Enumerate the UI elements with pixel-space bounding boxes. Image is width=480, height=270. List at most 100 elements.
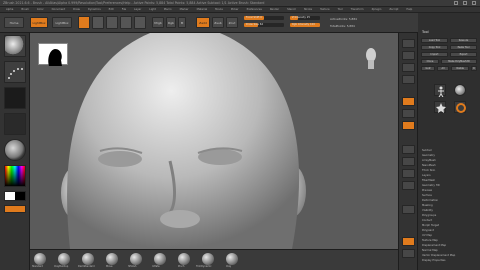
brush-trimdynamic[interactable] xyxy=(202,253,214,265)
subpalette-deformation[interactable]: Deformation xyxy=(422,199,438,202)
brush-pinch[interactable] xyxy=(178,253,190,265)
brush-selector[interactable] xyxy=(4,35,26,57)
brush-inflate[interactable] xyxy=(154,253,166,265)
scroll-button[interactable] xyxy=(402,63,415,72)
menu-macro[interactable]: Macro xyxy=(164,8,172,11)
subpalette-geometry[interactable]: Geometry xyxy=(422,154,435,157)
tool-thumbnail-sphere[interactable] xyxy=(454,84,466,96)
r-button[interactable]: R xyxy=(471,66,477,71)
material-selector[interactable] xyxy=(4,139,26,161)
subpalette-subtool[interactable]: Subtool xyxy=(422,149,432,152)
clone-button[interactable]: Clone xyxy=(421,59,439,64)
subpalette-surface[interactable]: Surface xyxy=(422,194,432,197)
rotate-mode-button[interactable] xyxy=(134,16,146,29)
subpalette-morph-target[interactable]: Morph Target xyxy=(422,224,439,227)
move-view-button[interactable] xyxy=(402,157,415,166)
maximize-icon[interactable] xyxy=(463,1,467,5)
stroke-selector[interactable] xyxy=(4,61,26,83)
solo-button[interactable] xyxy=(402,249,415,258)
subpalette-fibermesh[interactable]: FiberMesh xyxy=(422,179,435,182)
brush-damstandard[interactable] xyxy=(82,253,94,265)
polyf-button[interactable] xyxy=(402,205,415,214)
subpalette-arraymesh[interactable]: ArrayMesh xyxy=(422,159,436,162)
menu-movie[interactable]: Movie xyxy=(215,8,223,11)
close-icon[interactable] xyxy=(472,1,476,5)
tool-thumbnail-figure[interactable] xyxy=(434,84,446,98)
brush-clay[interactable] xyxy=(226,253,238,265)
subpalette-preview[interactable]: Preview xyxy=(422,189,432,192)
load-tool-button[interactable]: Load Tool xyxy=(421,38,448,43)
menu-brush[interactable]: Brush xyxy=(21,8,29,11)
move-mode-button[interactable] xyxy=(106,16,118,29)
import-button[interactable]: Import xyxy=(421,52,448,57)
persp-button[interactable] xyxy=(402,97,415,106)
menu-dynamics[interactable]: Dynamics xyxy=(88,8,101,11)
draw-mode-button[interactable] xyxy=(92,16,104,29)
menu-document[interactable]: Document xyxy=(52,8,65,11)
paste-tool-button[interactable]: Paste Tool xyxy=(450,45,477,50)
export-button[interactable]: Export xyxy=(450,52,477,57)
subpalette-displacement-map[interactable]: Displacement Map xyxy=(422,244,446,247)
menu-stencil[interactable]: Stencil xyxy=(287,8,296,11)
menu-texture[interactable]: Texture xyxy=(320,8,330,11)
subpalette-thick-skin[interactable]: Thick Skin xyxy=(422,169,435,172)
switch-color-button[interactable] xyxy=(4,205,26,213)
brush-claybuildup[interactable] xyxy=(58,253,70,265)
zadd-button[interactable]: Zadd xyxy=(196,17,210,28)
brush-hpolish[interactable] xyxy=(130,253,142,265)
subpalette-nanomesh[interactable]: NanoMesh xyxy=(422,164,436,167)
lightbox-secondary-button[interactable]: LightBox xyxy=(52,17,72,28)
menu-edit[interactable]: Edit xyxy=(109,8,114,11)
make-polymesh-button[interactable]: Make PolyMesh3D xyxy=(441,59,477,64)
menu-help[interactable]: Help xyxy=(406,8,412,11)
minimize-icon[interactable] xyxy=(454,1,458,5)
subpalette-uv-map[interactable]: UV Map xyxy=(422,234,432,237)
subpalette-geometry-hd[interactable]: Geometry HD xyxy=(422,184,440,187)
zoom3d-button[interactable] xyxy=(402,169,415,178)
menu-draw[interactable]: Draw xyxy=(73,8,80,11)
menu-transform[interactable]: Transform xyxy=(351,8,364,11)
subpalette-polygroups[interactable]: Polygroups xyxy=(422,214,436,217)
menu-tool[interactable]: Tool xyxy=(338,8,343,11)
z-intensity-slider[interactable]: Z Intensity 25 xyxy=(290,16,320,20)
edit-mode-button[interactable] xyxy=(78,16,90,29)
copy-tool-button[interactable]: Copy Tool xyxy=(421,45,448,50)
menu-color[interactable]: Color xyxy=(37,8,44,11)
zcut-button[interactable]: Zcut xyxy=(226,17,238,28)
bpr-button[interactable] xyxy=(402,39,415,48)
floor-button[interactable] xyxy=(402,109,415,118)
subpalette-texture-map[interactable]: Texture Map xyxy=(422,239,438,242)
m-button[interactable]: M xyxy=(178,17,186,28)
menu-zscript[interactable]: Zscript xyxy=(389,8,398,11)
lightbox-button[interactable]: LightBox xyxy=(30,17,48,28)
subpalette-vector-displacement-map[interactable]: Vector Displacement Map xyxy=(422,254,455,257)
main-secondary-color[interactable] xyxy=(4,191,26,201)
home-button[interactable]: Home xyxy=(4,17,24,28)
all-button[interactable]: All xyxy=(437,66,449,71)
frame-button[interactable] xyxy=(402,145,415,154)
zsub-button[interactable]: Zsub xyxy=(212,17,224,28)
rgb-intensity-slider[interactable]: Rgb Intensity 100 xyxy=(290,23,320,27)
draw-size-slider[interactable]: Draw Size 64 xyxy=(244,23,284,27)
menu-picker[interactable]: Picker xyxy=(231,8,239,11)
mrgb-button[interactable]: Mrgb xyxy=(152,17,164,28)
spix-button[interactable] xyxy=(402,51,415,60)
subpalette-layers[interactable]: Layers xyxy=(422,174,431,177)
subpalette-contact[interactable]: Contact xyxy=(422,219,432,222)
brush-move[interactable] xyxy=(106,253,118,265)
menu-zplugin[interactable]: Zplugin xyxy=(372,8,382,11)
menu-stroke[interactable]: Stroke xyxy=(304,8,312,11)
subpalette-display-properties[interactable]: Display Properties xyxy=(422,259,446,262)
menu-preferences[interactable]: Preferences xyxy=(247,8,262,11)
subpalette-normal-map[interactable]: Normal Map xyxy=(422,249,438,252)
rotate-view-button[interactable] xyxy=(402,181,415,190)
texture-selector[interactable] xyxy=(4,113,26,135)
scale-mode-button[interactable] xyxy=(120,16,132,29)
menu-alpha[interactable]: Alpha xyxy=(6,8,13,11)
subpalette-visibility[interactable]: Visibility xyxy=(422,209,433,212)
subpalette-masking[interactable]: Masking xyxy=(422,204,433,207)
menu-light[interactable]: Light xyxy=(149,8,155,11)
brush-standard[interactable] xyxy=(34,253,46,265)
alpha-selector[interactable] xyxy=(4,87,26,109)
transp-button[interactable] xyxy=(402,237,415,246)
